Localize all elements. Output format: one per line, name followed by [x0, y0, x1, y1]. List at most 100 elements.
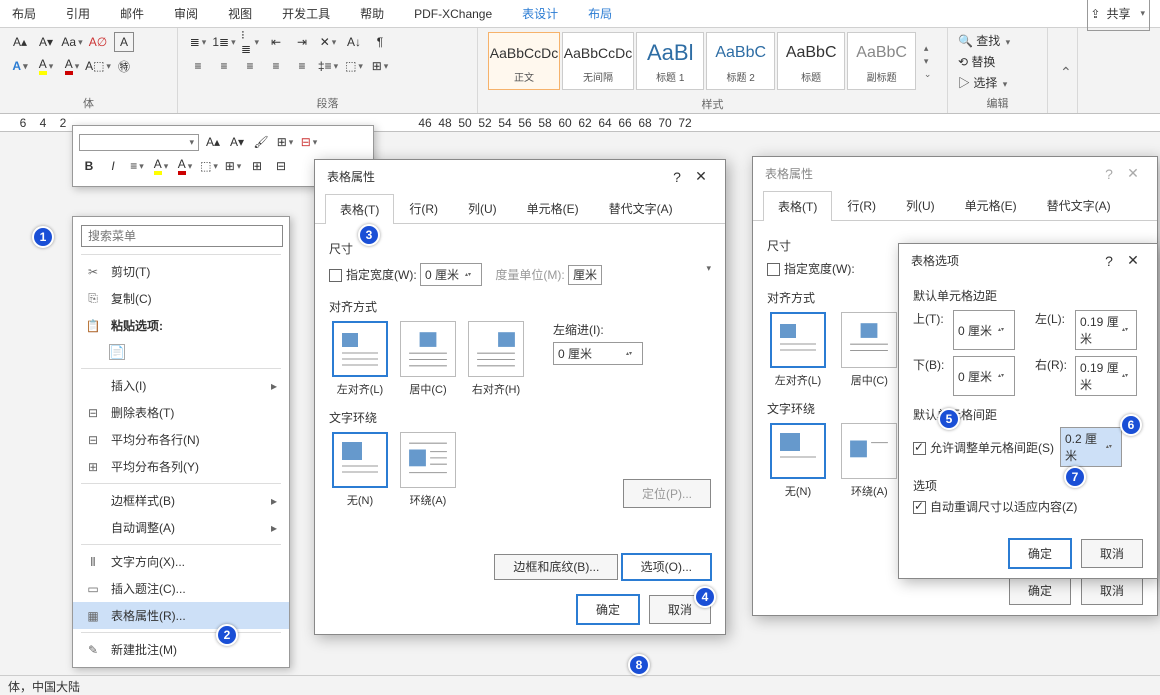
align-icon[interactable]: ≡▾ — [127, 156, 147, 176]
style-item[interactable]: AaBbC标题 2 — [706, 32, 774, 90]
menu-distribute-rows[interactable]: ⊟平均分布各行(N) — [73, 426, 289, 453]
tab[interactable]: 表设计 — [520, 1, 560, 26]
char-shading-icon[interactable]: A⬚▾ — [88, 56, 108, 76]
indent-input[interactable]: 0 厘米▴▾ — [553, 342, 643, 365]
shading-icon[interactable]: ⬚▾ — [344, 56, 364, 76]
tab[interactable]: 布局 — [10, 1, 38, 26]
font-select[interactable]: ▾ — [79, 134, 199, 151]
borders-icon[interactable]: ⊞▾ — [370, 56, 390, 76]
style-item[interactable]: AaBbCcDc无间隔 — [562, 32, 634, 90]
spacing-input[interactable]: 0.2 厘米▴▾ — [1060, 427, 1122, 467]
ok-button[interactable]: 确定 — [1009, 576, 1071, 605]
tab[interactable]: 开发工具 — [280, 1, 332, 26]
delete-cells-icon[interactable]: ⊟ — [271, 156, 291, 176]
options-button[interactable]: 选项(O)... — [622, 554, 711, 580]
tab[interactable]: 邮件 — [118, 1, 146, 26]
bottom-input[interactable]: 0 厘米▴▾ — [953, 356, 1015, 396]
style-item[interactable]: AaBbCcDc正文 — [488, 32, 560, 90]
spacing-checkbox[interactable]: 允许调整单元格间距(S) — [913, 439, 1054, 456]
italic-icon[interactable]: I — [103, 156, 123, 176]
align-center-icon[interactable]: ≡ — [214, 56, 234, 76]
spec-width-checkbox[interactable]: 指定宽度(W): — [767, 262, 855, 276]
find-button[interactable]: 🔍 查找 ▾ — [958, 32, 1037, 49]
menu-delete-table[interactable]: ⊟删除表格(T) — [73, 399, 289, 426]
ok-button[interactable]: 确定 — [1009, 539, 1071, 568]
align-left-icon[interactable]: ≡ — [188, 56, 208, 76]
border-shading-button[interactable]: 边框和底纹(B)... — [494, 554, 618, 580]
shrink-font-icon[interactable]: A▾ — [36, 32, 56, 52]
grow-font-icon[interactable]: A▴ — [203, 132, 223, 152]
grow-font-icon[interactable]: A▴ — [10, 32, 30, 52]
align-center-option[interactable]: 居中(C) — [838, 312, 900, 388]
style-more-icon[interactable]: ⌄ — [924, 69, 937, 80]
menu-border-style[interactable]: 边框样式(B)▸ — [73, 487, 289, 514]
change-case-icon[interactable]: Aa▾ — [62, 32, 82, 52]
inc-indent-icon[interactable]: ⇥ — [292, 32, 312, 52]
collapse-ribbon-icon[interactable]: ⌃ — [1060, 64, 1067, 81]
tab[interactable]: 帮助 — [358, 1, 386, 26]
menu-new-comment[interactable]: ✎新建批注(M) — [73, 636, 289, 663]
clear-format-icon[interactable]: A∅ — [88, 32, 108, 52]
wrap-around-option[interactable]: 环绕(A) — [397, 432, 459, 508]
menu-autofit[interactable]: 自动调整(A)▸ — [73, 514, 289, 541]
shrink-font-icon[interactable]: A▾ — [227, 132, 247, 152]
highlight-icon[interactable]: A▾ — [36, 56, 56, 76]
wrap-none-option[interactable]: 无(N) — [767, 423, 829, 499]
right-input[interactable]: 0.19 厘米▴▾ — [1075, 356, 1137, 396]
cancel-button[interactable]: 取消 — [1081, 539, 1143, 568]
cancel-button[interactable]: 取消 — [1081, 576, 1143, 605]
select-button[interactable]: ▷ 选择 ▾ — [958, 74, 1037, 91]
tab-alttext[interactable]: 替代文字(A) — [1032, 190, 1126, 220]
tab[interactable]: 审阅 — [172, 1, 200, 26]
tab-alttext[interactable]: 替代文字(A) — [594, 193, 688, 223]
show-marks-icon[interactable]: ¶ — [370, 32, 390, 52]
spec-width-checkbox[interactable]: 指定宽度(W): — [329, 268, 417, 282]
style-up-icon[interactable]: ▴ — [924, 43, 937, 54]
tab-table[interactable]: 表格(T) — [325, 194, 394, 224]
multilevel-icon[interactable]: ⁝≣▾ — [240, 32, 260, 52]
distribute-icon[interactable]: ≡ — [292, 56, 312, 76]
close-icon[interactable]: ✕ — [1121, 252, 1145, 269]
tab[interactable]: 引用 — [64, 1, 92, 26]
style-item[interactable]: AaBl标题 1 — [636, 32, 704, 90]
positioning-button[interactable]: 定位(P)... — [623, 479, 711, 508]
replace-button[interactable]: ⟲ 替换 — [958, 53, 1037, 70]
align-right-icon[interactable]: ≡ — [240, 56, 260, 76]
width-input[interactable]: 0 厘米▴▾ — [420, 263, 482, 286]
search-input[interactable] — [81, 225, 283, 247]
asian-layout-icon[interactable]: ✕▾ — [318, 32, 338, 52]
align-left-option[interactable]: 左对齐(L) — [767, 312, 829, 388]
style-item[interactable]: AaBbC标题 — [777, 32, 845, 90]
top-input[interactable]: 0 厘米▴▾ — [953, 310, 1015, 350]
justify-icon[interactable]: ≡ — [266, 56, 286, 76]
menu-insert-caption[interactable]: ▭插入题注(C)... — [73, 575, 289, 602]
menu-insert[interactable]: 插入(I)▸ — [73, 372, 289, 399]
insert-cells-icon[interactable]: ⊞ — [247, 156, 267, 176]
delete-menu-icon[interactable]: ⊟▾ — [299, 132, 319, 152]
left-input[interactable]: 0.19 厘米▴▾ — [1075, 310, 1137, 350]
sort-icon[interactable]: A↓ — [344, 32, 364, 52]
auto-resize-checkbox[interactable]: 自动重调尺寸以适应内容(Z) — [913, 498, 1143, 515]
bold-icon[interactable]: B — [79, 156, 99, 176]
menu-cut[interactable]: ✂剪切(T) — [73, 258, 289, 285]
style-down-icon[interactable]: ▾ — [924, 56, 937, 67]
unit-select[interactable]: 厘米▾ — [568, 265, 602, 285]
font-color-icon[interactable]: A▾ — [62, 56, 82, 76]
tab[interactable]: 视图 — [226, 1, 254, 26]
align-right-option[interactable]: 右对齐(H) — [465, 321, 527, 397]
help-button[interactable]: ? — [1097, 166, 1121, 182]
format-painter-icon[interactable]: 🖌 — [251, 132, 271, 152]
line-spacing-icon[interactable]: ‡≡▾ — [318, 56, 338, 76]
text-effect-icon[interactable]: A▾ — [10, 56, 30, 76]
tab-column[interactable]: 列(U) — [891, 190, 950, 220]
wrap-around-option[interactable]: 环绕(A) — [838, 423, 900, 499]
tab[interactable]: 布局 — [586, 1, 614, 26]
ok-button[interactable]: 确定 — [577, 595, 639, 624]
align-center-option[interactable]: 居中(C) — [397, 321, 459, 397]
style-item[interactable]: AaBbC副标题 — [847, 32, 915, 90]
enclose-icon[interactable]: ㊕ — [114, 56, 134, 76]
menu-table-properties[interactable]: ▦表格属性(R)... — [73, 602, 289, 629]
close-icon[interactable]: ✕ — [689, 168, 713, 185]
tab-cell[interactable]: 单元格(E) — [512, 193, 594, 223]
numbering-icon[interactable]: 1≣▾ — [214, 32, 234, 52]
